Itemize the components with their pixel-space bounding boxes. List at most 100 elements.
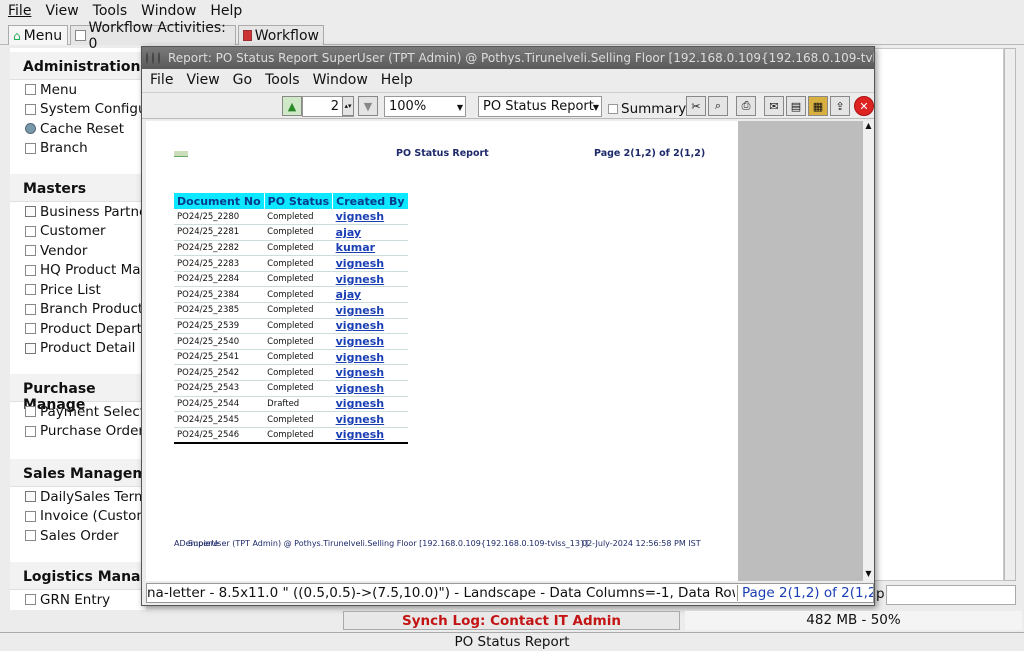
created-by-link[interactable]: vignesh	[332, 271, 408, 288]
report-window-titlebar[interactable]: Report: PO Status Report SuperUser (TPT …	[142, 47, 874, 69]
table-cell: Completed	[264, 286, 333, 304]
menu-item-grn-entry[interactable]: GRN Entry	[10, 590, 146, 610]
report-menu-view[interactable]: View	[178, 72, 224, 88]
menu-item-vendor[interactable]: Vendor	[10, 241, 146, 261]
section-title: Administration	[10, 52, 146, 80]
tab-workflow[interactable]: Workflow	[238, 25, 324, 45]
menu-item-product-department[interactable]: Product Departm	[10, 319, 146, 339]
created-by-link[interactable]: vignesh	[332, 349, 408, 366]
created-by-link[interactable]: vignesh	[332, 364, 408, 382]
menu-item-sales-order[interactable]: Sales Order	[10, 526, 146, 546]
window-icon	[25, 342, 36, 354]
report-select[interactable]: PO Status Report ▼	[478, 96, 602, 117]
created-by-link[interactable]: vignesh	[332, 209, 408, 226]
report-menu-file[interactable]: File	[142, 72, 178, 88]
tab-menu[interactable]: ⌂ Menu	[8, 25, 68, 45]
menu-item-system-config[interactable]: System Configur	[10, 100, 146, 120]
menu-item-business-partner[interactable]: Business Partner	[10, 202, 146, 222]
created-by-link[interactable]: vignesh	[332, 396, 408, 413]
menu-item-dailysales[interactable]: DailySales Term	[10, 487, 146, 507]
report-select-value: PO Status Report	[483, 99, 594, 114]
section-sales: Sales Manageme DailySales Term Invoice (…	[10, 459, 146, 546]
table-cell: Completed	[264, 349, 333, 366]
right-field[interactable]	[886, 585, 1016, 605]
customize-icon[interactable]: ✂	[686, 96, 706, 116]
tab-workflow-activities[interactable]: Workflow Activities: 0	[70, 20, 236, 52]
minimize-window-icon[interactable]	[152, 52, 154, 64]
report-menu-go[interactable]: Go	[225, 72, 257, 88]
document-icon	[25, 84, 36, 96]
menu-item-product-detail[interactable]: Product Detail	[10, 339, 146, 359]
report-menu-window[interactable]: Window	[305, 72, 373, 88]
maximize-window-icon[interactable]	[158, 52, 160, 64]
menu-item-branch-product[interactable]: Branch Product M	[10, 300, 146, 320]
previous-page-icon[interactable]: ▲	[282, 96, 302, 116]
report-statusbar: na-letter - 8.5x11.0 " ((0.5,0.5)->(7.5,…	[146, 583, 874, 603]
created-by-link[interactable]: ajay	[332, 224, 408, 241]
right-content-area	[872, 48, 1004, 581]
table-cell: PO24/25_2283	[174, 255, 265, 272]
report-menu-help[interactable]: Help	[373, 72, 418, 88]
menu-file[interactable]: File	[0, 3, 37, 19]
page-spinner-icon[interactable]: ▴▾	[342, 96, 354, 116]
close-window-icon[interactable]	[146, 52, 148, 64]
table-cell: PO24/25_2282	[174, 240, 265, 257]
table-row: PO24/25_2539 Completed vignesh	[174, 318, 408, 335]
synch-log-button[interactable]: Synch Log: Contact IT Admin	[343, 611, 680, 630]
menu-view[interactable]: View	[37, 3, 84, 19]
menu-help[interactable]: Help	[202, 3, 248, 19]
memory-indicator: 482 MB - 50%	[685, 611, 1022, 630]
menu-item-cache-reset[interactable]: Cache Reset	[10, 119, 146, 139]
column-header[interactable]: PO Status	[264, 193, 334, 209]
menu-item-menu[interactable]: Menu	[10, 80, 146, 100]
scroll-down-icon[interactable]: ▼	[863, 569, 874, 581]
column-header[interactable]: Created By	[332, 193, 409, 209]
created-by-link[interactable]: vignesh	[332, 255, 408, 272]
menu-item-hq-product[interactable]: HQ Product Mast	[10, 261, 146, 281]
item-label: Purchase Order	[40, 423, 144, 440]
table-row: PO24/25_2541 Completed vignesh	[174, 349, 408, 366]
created-by-link[interactable]: vignesh	[332, 427, 408, 444]
created-by-link[interactable]: vignesh	[332, 302, 408, 319]
created-by-link[interactable]: vignesh	[332, 318, 408, 335]
drill-icon[interactable]: ⇪	[830, 96, 850, 116]
zoom-select[interactable]: 100% ▼	[384, 96, 466, 117]
item-label: Branch Product M	[40, 301, 146, 318]
next-page-icon[interactable]: ▼	[358, 96, 378, 116]
summary-label: Summary	[621, 100, 687, 117]
scroll-up-icon[interactable]: ▲	[863, 121, 874, 133]
report-toolbar: ▲ 2 ▴▾ ▼ 100% ▼ PO Status Report ▼ Summary…	[142, 92, 874, 119]
table-cell: Completed	[264, 240, 333, 257]
archive-icon[interactable]: ▤	[786, 96, 806, 116]
created-by-link[interactable]: kumar	[332, 240, 408, 257]
main-scrollbar[interactable]	[1004, 48, 1016, 581]
report-scrollbar[interactable]: ▲ ▼	[862, 121, 874, 581]
item-label: DailySales Term	[40, 488, 146, 505]
item-label: GRN Entry	[40, 591, 111, 608]
created-by-link[interactable]: vignesh	[332, 380, 408, 397]
report-window: Report: PO Status Report SuperUser (TPT …	[141, 46, 875, 606]
menu-item-price-list[interactable]: Price List	[10, 280, 146, 300]
chevron-down-icon: ▼	[456, 103, 463, 112]
menu-item-branch[interactable]: Branch	[10, 139, 146, 159]
report-menu-tools[interactable]: Tools	[257, 72, 305, 88]
created-by-link[interactable]: vignesh	[332, 411, 408, 428]
section-title: Masters	[10, 174, 146, 202]
column-header[interactable]: Document No	[174, 193, 265, 209]
close-report-icon[interactable]: ✕	[854, 96, 874, 116]
menu-item-invoice[interactable]: Invoice (Custom	[10, 507, 146, 527]
export-icon[interactable]: ▦	[808, 96, 828, 116]
section-logistics: Logistics Manage GRN Entry	[10, 562, 146, 610]
menu-item-purchase-order[interactable]: Purchase Order	[10, 422, 146, 442]
document-icon	[25, 264, 36, 276]
search-icon[interactable]: ⌕	[708, 96, 728, 116]
print-icon[interactable]: ⎙	[736, 96, 756, 116]
menu-window[interactable]: Window	[133, 3, 202, 19]
send-mail-icon[interactable]: ✉	[764, 96, 784, 116]
menu-tools[interactable]: Tools	[85, 3, 134, 19]
item-label: System Configur	[40, 101, 146, 118]
created-by-link[interactable]: ajay	[332, 286, 408, 304]
menu-item-customer[interactable]: Customer	[10, 222, 146, 242]
created-by-link[interactable]: vignesh	[332, 333, 408, 350]
summary-checkbox[interactable]: Summary	[608, 98, 686, 119]
